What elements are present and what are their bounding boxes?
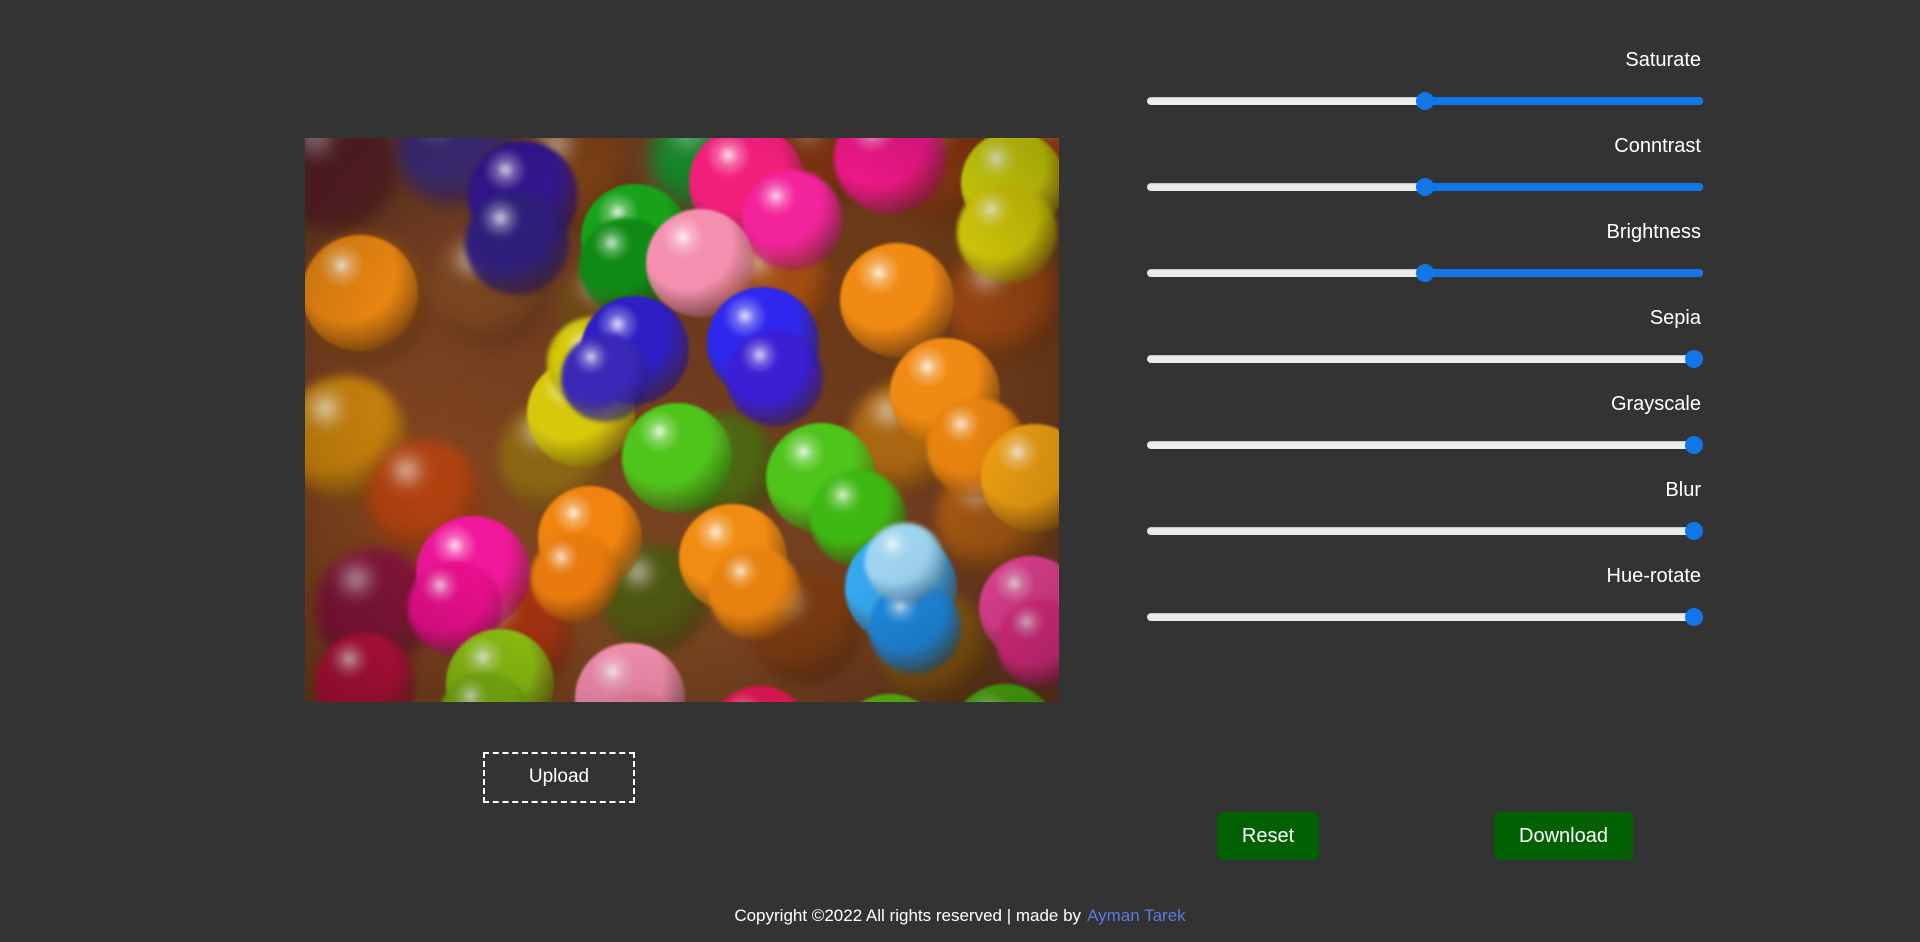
copyright-text: Copyright ©2022 All rights reserved | ma…: [734, 906, 1082, 925]
filter-control-grayscale: Grayscale: [1147, 394, 1703, 454]
slider-brightness[interactable]: [1147, 264, 1703, 282]
slider-thumb[interactable]: [1416, 264, 1434, 282]
image-preview[interactable]: [305, 138, 1059, 702]
filter-control-sepia: Sepia: [1147, 308, 1703, 368]
upload-button[interactable]: Upload: [482, 752, 636, 803]
filter-label-conntrast: Conntrast: [1614, 135, 1701, 157]
slider-track[interactable]: [1147, 613, 1703, 621]
photo-ball: [709, 547, 801, 639]
slider-thumb[interactable]: [1416, 178, 1434, 196]
photo-ball: [957, 183, 1057, 283]
filter-control-conntrast: Conntrast: [1147, 136, 1703, 196]
slider-track[interactable]: [1147, 355, 1703, 363]
filter-control-hue-rotate: Hue-rotate: [1147, 566, 1703, 626]
slider-blur[interactable]: [1147, 522, 1703, 540]
filter-control-saturate: Saturate: [1147, 50, 1703, 110]
footer: Copyright ©2022 All rights reserved | ma…: [0, 890, 1920, 942]
upload-area: Upload: [0, 752, 1118, 803]
slider-thumb[interactable]: [1685, 436, 1703, 454]
filter-label-saturate: Saturate: [1625, 49, 1701, 71]
photo-ball: [727, 330, 823, 426]
filter-control-blur: Blur: [1147, 480, 1703, 540]
filter-label-sepia: Sepia: [1649, 307, 1701, 329]
slider-thumb[interactable]: [1416, 92, 1434, 110]
photo-ball: [531, 534, 619, 622]
slider-conntrast[interactable]: [1147, 178, 1703, 196]
slider-thumb[interactable]: [1685, 350, 1703, 368]
preview-panel: Upload: [0, 0, 1118, 890]
slider-saturate[interactable]: [1147, 92, 1703, 110]
slider-grayscale[interactable]: [1147, 436, 1703, 454]
download-button[interactable]: Download: [1494, 812, 1633, 860]
slider-fill: [1425, 97, 1703, 105]
reset-button[interactable]: Reset: [1217, 812, 1319, 860]
filter-control-brightness: Brightness: [1147, 222, 1703, 282]
photo-ball: [865, 523, 945, 603]
image-filter-app: Upload Saturate Conntrast Brightness Sepia G…: [0, 0, 1920, 942]
photo-ball: [465, 191, 569, 295]
ball-pit-photo: [305, 138, 1059, 702]
slider-track[interactable]: [1147, 441, 1703, 449]
slider-thumb[interactable]: [1685, 608, 1703, 626]
slider-sepia[interactable]: [1147, 350, 1703, 368]
controls-panel: Saturate Conntrast Brightness Sepia Grayscal…: [1147, 0, 1703, 890]
slider-fill: [1425, 183, 1703, 191]
filter-label-grayscale: Grayscale: [1610, 393, 1701, 415]
slider-track[interactable]: [1147, 527, 1703, 535]
slider-fill: [1425, 269, 1703, 277]
slider-thumb[interactable]: [1685, 522, 1703, 540]
photo-ball: [305, 235, 418, 351]
photo-ball: [561, 334, 649, 422]
slider-hue-rotate[interactable]: [1147, 608, 1703, 626]
filter-label-hue-rotate: Hue-rotate: [1606, 565, 1702, 587]
author-link[interactable]: Ayman Tarek: [1087, 906, 1186, 926]
photo-ball: [622, 403, 732, 513]
filter-label-brightness: Brightness: [1606, 221, 1702, 243]
photo-ball: [305, 138, 397, 230]
filter-label-blur: Blur: [1665, 479, 1701, 501]
photo-ball: [742, 170, 842, 270]
